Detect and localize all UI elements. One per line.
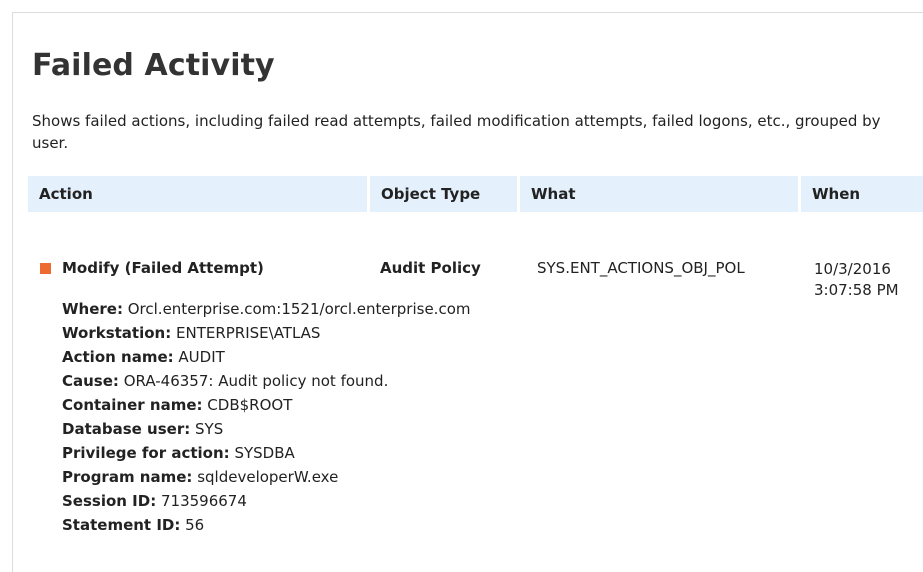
detail-database-user: Database user: SYS xyxy=(62,420,224,438)
when-value: 10/3/2016 3:07:58 PM xyxy=(814,259,899,301)
column-header-when[interactable]: When xyxy=(801,176,923,212)
report-description: Shows failed actions, including failed r… xyxy=(32,112,881,152)
table-row-action: Modify (Failed Attempt) xyxy=(40,259,264,277)
object-type-value: Audit Policy xyxy=(380,259,481,277)
column-header-what[interactable]: What xyxy=(520,176,798,212)
column-header-object-type[interactable]: Object Type xyxy=(370,176,517,212)
detail-statement-id: Statement ID: 56 xyxy=(62,516,205,534)
detail-workstation: Workstation: ENTERPRISE\ATLAS xyxy=(62,324,321,342)
detail-session-id: Session ID: 713596674 xyxy=(62,492,247,510)
action-value: Modify (Failed Attempt) xyxy=(62,259,264,277)
event-details: Where: Orcl.enterprise.com:1521/orcl.ent… xyxy=(62,297,471,537)
detail-where: Where: Orcl.enterprise.com:1521/orcl.ent… xyxy=(62,300,471,318)
detail-container-name: Container name: CDB$ROOT xyxy=(62,396,293,414)
detail-cause: Cause: ORA-46357: Audit policy not found… xyxy=(62,372,389,390)
column-header-action[interactable]: Action xyxy=(28,176,367,212)
when-time: 3:07:58 PM xyxy=(814,281,899,299)
detail-action-name: Action name: AUDIT xyxy=(62,348,225,366)
failed-status-icon xyxy=(40,262,51,274)
detail-privilege: Privilege for action: SYSDBA xyxy=(62,444,295,462)
table-header: Action Object Type What When xyxy=(28,176,923,212)
detail-program-name: Program name: sqldeveloperW.exe xyxy=(62,468,339,486)
when-date: 10/3/2016 xyxy=(814,260,891,278)
what-value: SYS.ENT_ACTIONS_OBJ_POL xyxy=(537,259,745,277)
page-title: Failed Activity xyxy=(32,48,275,83)
